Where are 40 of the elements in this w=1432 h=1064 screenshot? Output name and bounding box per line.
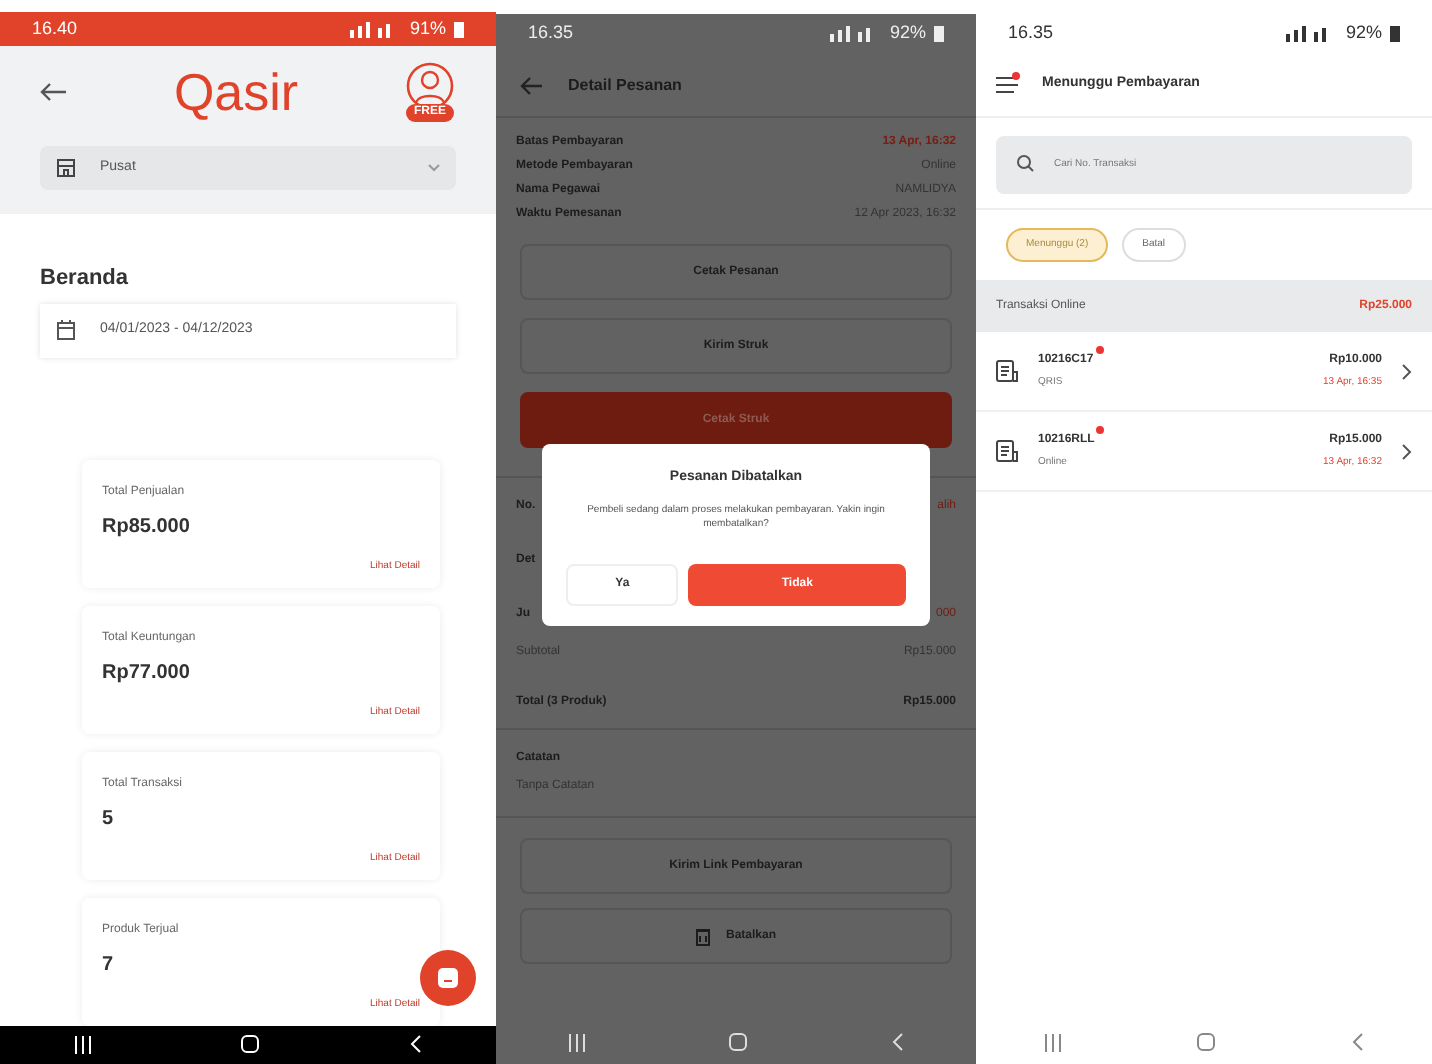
- store-icon: [56, 158, 76, 179]
- back-icon: [892, 1032, 905, 1052]
- recent-apps-icon: [1043, 1033, 1062, 1051]
- stat-value: 5: [102, 805, 116, 834]
- status-time: 16.35: [1008, 20, 1054, 47]
- home-icon: [240, 1034, 261, 1055]
- chat-icon: [436, 965, 460, 990]
- recent-apps-icon: [567, 1033, 586, 1051]
- status-time: 16.35: [528, 20, 574, 47]
- status-time: 16.40: [32, 16, 78, 42]
- battery-icon: [934, 26, 944, 42]
- stat-value: 7: [102, 951, 116, 980]
- battery-percent: 92%: [1345, 20, 1382, 47]
- chevron-right-icon: [1402, 363, 1412, 379]
- back-icon: [409, 1034, 422, 1055]
- search-icon: [1016, 154, 1034, 172]
- receipt-icon: [996, 360, 1018, 382]
- back-arrow-icon: [520, 75, 544, 95]
- section-title: Beranda: [40, 264, 131, 295]
- battery-icon: [454, 21, 464, 38]
- chat-button[interactable]: [420, 949, 476, 1006]
- battery-percent: 92%: [889, 20, 926, 47]
- stat-value: Rp85.000: [102, 513, 192, 542]
- chevron-right-icon: [1402, 443, 1412, 459]
- back-icon: [1352, 1032, 1365, 1052]
- chevron-down-icon: [428, 164, 440, 173]
- stat-value: Rp77.000: [102, 659, 192, 688]
- menu-icon: [996, 76, 1018, 94]
- calendar-icon: [56, 320, 76, 341]
- battery-percent: 91%: [409, 16, 446, 42]
- home-icon: [728, 1032, 749, 1052]
- app-logo: Qasir: [173, 66, 299, 119]
- page-title: Detail Pesanan: [568, 73, 682, 97]
- recent-apps-icon: [74, 1035, 93, 1054]
- receipt-icon: [996, 440, 1018, 462]
- trash-icon: [695, 927, 710, 945]
- battery-icon: [1390, 26, 1400, 42]
- back-arrow-icon: [40, 82, 68, 103]
- menu-button[interactable]: [996, 75, 1018, 95]
- home-icon: [1196, 1032, 1217, 1052]
